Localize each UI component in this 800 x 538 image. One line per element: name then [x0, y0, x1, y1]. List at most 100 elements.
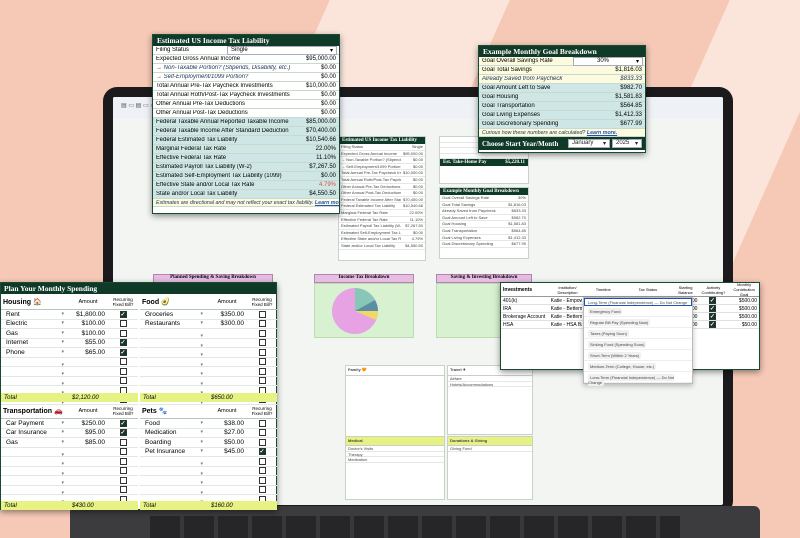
expense-amount[interactable]: $95.00 — [68, 429, 108, 436]
timeline-option[interactable]: Emergency Fund — [584, 306, 692, 317]
expense-amount[interactable]: $45.00 — [207, 448, 247, 455]
timeline-option[interactable]: Regular Bill Pay (Spending Now) — [584, 317, 692, 328]
expense-name-select[interactable]: Restaurants — [140, 320, 207, 327]
fixed-bill-checkbox[interactable] — [258, 367, 266, 375]
fixed-bill-checkbox[interactable]: ✓ — [258, 448, 266, 456]
fixed-bill-checkbox[interactable] — [119, 438, 127, 446]
expense-name-select[interactable]: Pet Insurance — [140, 448, 207, 455]
expense-name-select[interactable]: Food — [140, 420, 207, 427]
fixed-bill-checkbox[interactable] — [258, 486, 266, 494]
fixed-bill-checkbox[interactable] — [119, 377, 127, 385]
fixed-bill-checkbox[interactable] — [119, 320, 127, 328]
fixed-bill-checkbox[interactable]: ✓ — [119, 348, 127, 356]
tax-row-value[interactable]: $10,000.00 — [306, 83, 339, 89]
tax-row-value[interactable]: $95,000.00 — [306, 56, 339, 62]
fixed-bill-checkbox[interactable] — [119, 476, 127, 484]
fixed-bill-checkbox[interactable]: ✓ — [119, 429, 127, 437]
expense-amount[interactable]: $300.00 — [207, 320, 247, 327]
expense-amount[interactable]: $100.00 — [68, 330, 108, 337]
timeline-option[interactable]: Sinking Fund (Spending Soon) — [584, 339, 692, 350]
tax-learn-more-link[interactable]: Learn more. — [315, 200, 339, 206]
fixed-bill-checkbox[interactable] — [258, 476, 266, 484]
savings-rate-select[interactable]: 30% ▾ — [573, 56, 643, 66]
active-checkbox[interactable]: ✓ — [708, 297, 716, 304]
investment-institution[interactable]: Katie - Empowe — [551, 298, 583, 304]
timeline-option[interactable]: Short-Term (Within 2 Years) — [584, 350, 692, 361]
expense-name-select[interactable]: Car Insurance — [1, 429, 68, 436]
expense-name-select[interactable]: Gas — [1, 439, 68, 446]
timeline-option[interactable]: Medium-Term (College, House, etc.) — [584, 361, 692, 372]
expense-amount[interactable]: $350.00 — [207, 311, 247, 318]
fixed-bill-checkbox[interactable] — [119, 367, 127, 375]
timeline-option[interactable]: Taxes (Paying Soon) — [584, 328, 692, 339]
expense-amount[interactable]: $85.00 — [68, 439, 108, 446]
tax-row-value[interactable]: $0.00 — [321, 92, 339, 98]
investment-name[interactable]: Brokerage Account — [501, 314, 551, 320]
expense-amount[interactable]: $55.00 — [68, 339, 108, 346]
fixed-bill-checkbox[interactable] — [258, 377, 266, 385]
fixed-bill-checkbox[interactable] — [258, 310, 266, 318]
expense-name-select[interactable]: Groceries — [140, 311, 207, 318]
goal-learn-more-link[interactable]: Learn more. — [587, 130, 617, 136]
mini-tax-row: Estimated Payroll Tax Liability (W-2) $7,… — [339, 223, 425, 230]
fixed-bill-checkbox[interactable] — [119, 358, 127, 366]
expense-amount[interactable]: $250.00 — [68, 420, 108, 427]
investment-institution[interactable]: Katie - Betterme — [551, 306, 583, 312]
fixed-bill-checkbox[interactable] — [258, 358, 266, 366]
expense-amount[interactable]: $50.00 — [207, 439, 247, 446]
fixed-bill-checkbox[interactable] — [119, 448, 127, 456]
tax-row-label: Other Annual Post-Tax Deductions — [156, 110, 248, 116]
investment-institution[interactable]: Katie - HSA Ban — [551, 322, 583, 328]
fixed-bill-checkbox[interactable]: ✓ — [119, 419, 127, 427]
tax-row-value[interactable]: $0.00 — [321, 65, 339, 71]
expense-name-select[interactable]: Internet — [1, 339, 68, 346]
fixed-bill-checkbox[interactable] — [258, 419, 266, 427]
year-select[interactable]: 2025 ▾ — [612, 139, 642, 148]
active-checkbox[interactable]: ✓ — [708, 321, 716, 328]
fixed-bill-checkbox[interactable] — [258, 457, 266, 465]
timeline-dropdown-selected[interactable]: Long-Term (Financial Independence) — Do … — [584, 298, 692, 306]
tax-row-value[interactable]: $0.00 — [321, 110, 339, 116]
fixed-bill-checkbox[interactable] — [258, 329, 266, 337]
expense-amount[interactable]: $38.00 — [207, 420, 247, 427]
investment-name[interactable]: HSA — [501, 322, 551, 328]
expense-amount[interactable]: $1,800.00 — [68, 311, 108, 318]
expense-name-select[interactable]: Gas — [1, 330, 68, 337]
fixed-bill-checkbox[interactable]: ✓ — [119, 339, 127, 347]
fixed-bill-checkbox[interactable] — [258, 438, 266, 446]
expense-name-select[interactable]: Medication — [140, 429, 207, 436]
tax-row-value[interactable]: $0.00 — [321, 74, 339, 80]
investment-goal[interactable]: $50.00 — [727, 322, 759, 328]
active-checkbox[interactable]: ✓ — [708, 313, 716, 320]
expense-name-select[interactable]: Electric — [1, 320, 68, 327]
tax-row-value[interactable]: $0.00 — [321, 101, 339, 107]
investment-goal[interactable]: $500.00 — [727, 298, 759, 304]
fixed-bill-checkbox[interactable] — [258, 320, 266, 328]
fixed-bill-checkbox[interactable] — [258, 339, 266, 347]
fixed-bill-checkbox[interactable] — [119, 457, 127, 465]
fixed-bill-checkbox[interactable] — [258, 467, 266, 475]
fixed-bill-checkbox[interactable]: ✓ — [119, 310, 127, 318]
expense-name-select[interactable]: Phone — [1, 349, 68, 356]
expense-amount[interactable]: $27.00 — [207, 429, 247, 436]
fixed-bill-checkbox[interactable] — [119, 467, 127, 475]
fixed-bill-checkbox[interactable] — [258, 348, 266, 356]
filing-status-select[interactable]: Single ▾ — [227, 45, 337, 55]
fixed-bill-checkbox[interactable] — [119, 486, 127, 494]
timeline-option[interactable]: Long-Term (Financial Independence) — Do … — [584, 372, 692, 386]
investment-goal[interactable]: $500.00 — [727, 314, 759, 320]
investment-institution[interactable]: Katie - Betterme — [551, 314, 583, 320]
investment-name[interactable]: 401(k) — [501, 298, 551, 304]
fixed-bill-checkbox[interactable] — [119, 329, 127, 337]
fixed-bill-checkbox[interactable] — [258, 429, 266, 437]
expense-name-select[interactable]: Boarding — [140, 439, 207, 446]
expense-name-select[interactable]: Car Payment — [1, 420, 68, 427]
month-select[interactable]: January ▾ — [568, 139, 610, 148]
goal-note-text: Curious how these numbers are calculated… — [479, 130, 645, 136]
expense-amount[interactable]: $65.00 — [68, 349, 108, 356]
investment-goal[interactable]: $500.00 — [727, 306, 759, 312]
investment-name[interactable]: IRA — [501, 306, 551, 312]
expense-name-select[interactable]: Rent — [1, 311, 68, 318]
expense-amount[interactable]: $100.00 — [68, 320, 108, 327]
active-checkbox[interactable]: ✓ — [708, 305, 716, 312]
